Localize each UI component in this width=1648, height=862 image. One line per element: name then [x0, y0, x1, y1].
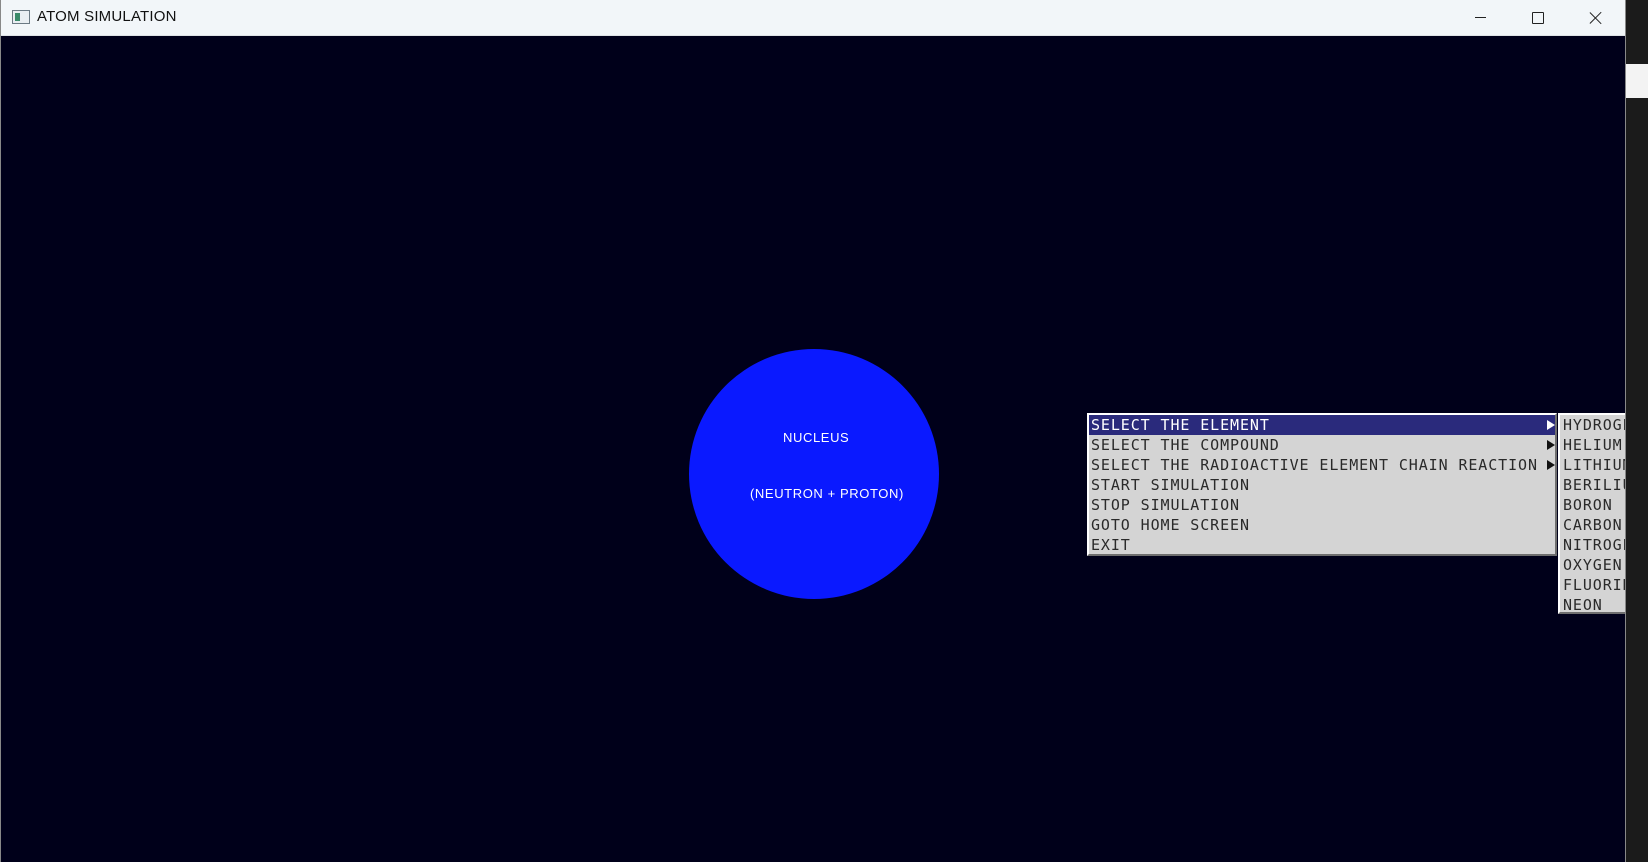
app-icon	[12, 10, 30, 24]
background-window-edge	[1626, 64, 1648, 98]
submenu-item-nitrogen[interactable]: NITROGEN	[1560, 535, 1625, 555]
minimize-button[interactable]	[1451, 0, 1509, 35]
nucleus-circle	[689, 349, 939, 599]
submenu-arrow-icon	[1547, 420, 1555, 430]
menu-item-select-chain-reaction[interactable]: SELECT THE RADIOACTIVE ELEMENT CHAIN REA…	[1089, 455, 1555, 475]
close-button[interactable]	[1567, 0, 1625, 35]
submenu-item-boron[interactable]: BORON	[1560, 495, 1625, 515]
title-bar[interactable]: ATOM SIMULATION	[1, 0, 1625, 36]
window-title: ATOM SIMULATION	[37, 8, 177, 25]
menu-item-select-element[interactable]: SELECT THE ELEMENT	[1089, 415, 1555, 435]
submenu-item-carbon[interactable]: CARBON	[1560, 515, 1625, 535]
submenu-item-neon[interactable]: NEON	[1560, 595, 1625, 615]
menu-item-label: STOP SIMULATION	[1091, 496, 1240, 514]
menu-item-label: GOTO HOME SCREEN	[1091, 516, 1250, 534]
atom-simulation-window: ATOM SIMULATION NUCLEUS (NEUTRON + PROTO…	[0, 0, 1626, 862]
submenu-item-helium[interactable]: HELIUM	[1560, 435, 1625, 455]
submenu-item-hydrogen[interactable]: HYDROGEN	[1560, 415, 1625, 435]
nucleus-sublabel: (NEUTRON + PROTON)	[750, 486, 904, 501]
context-menu: SELECT THE ELEMENT SELECT THE COMPOUND S…	[1087, 413, 1557, 556]
close-icon	[1589, 11, 1603, 25]
menu-item-start-simulation[interactable]: START SIMULATION	[1089, 475, 1555, 495]
menu-item-select-compound[interactable]: SELECT THE COMPOUND	[1089, 435, 1555, 455]
maximize-button[interactable]	[1509, 0, 1567, 35]
menu-item-exit[interactable]: EXIT	[1089, 535, 1555, 555]
menu-item-label: START SIMULATION	[1091, 476, 1250, 494]
maximize-icon	[1532, 11, 1544, 24]
minimize-icon	[1474, 17, 1486, 18]
submenu-item-fluorine[interactable]: FLUORINE	[1560, 575, 1625, 595]
menu-item-goto-home[interactable]: GOTO HOME SCREEN	[1089, 515, 1555, 535]
menu-item-label: SELECT THE ELEMENT	[1091, 416, 1270, 434]
submenu-item-lithium[interactable]: LITHIUM	[1560, 455, 1625, 475]
menu-item-label: SELECT THE RADIOACTIVE ELEMENT CHAIN REA…	[1091, 456, 1538, 474]
menu-item-stop-simulation[interactable]: STOP SIMULATION	[1089, 495, 1555, 515]
menu-item-label: SELECT THE COMPOUND	[1091, 436, 1280, 454]
menu-item-label: EXIT	[1091, 536, 1131, 554]
nucleus-label: NUCLEUS	[783, 430, 850, 445]
submenu-arrow-icon	[1547, 440, 1555, 450]
submenu-item-berilium[interactable]: BERILIUM	[1560, 475, 1625, 495]
submenu-arrow-icon	[1547, 460, 1555, 470]
background-desktop-strip	[1626, 0, 1648, 862]
element-submenu: HYDROGEN HELIUM LITHIUM BERILIUM BORON C…	[1558, 413, 1625, 615]
submenu-item-oxygen[interactable]: OXYGEN	[1560, 555, 1625, 575]
simulation-canvas[interactable]: NUCLEUS (NEUTRON + PROTON) SELECT THE EL…	[1, 36, 1625, 862]
